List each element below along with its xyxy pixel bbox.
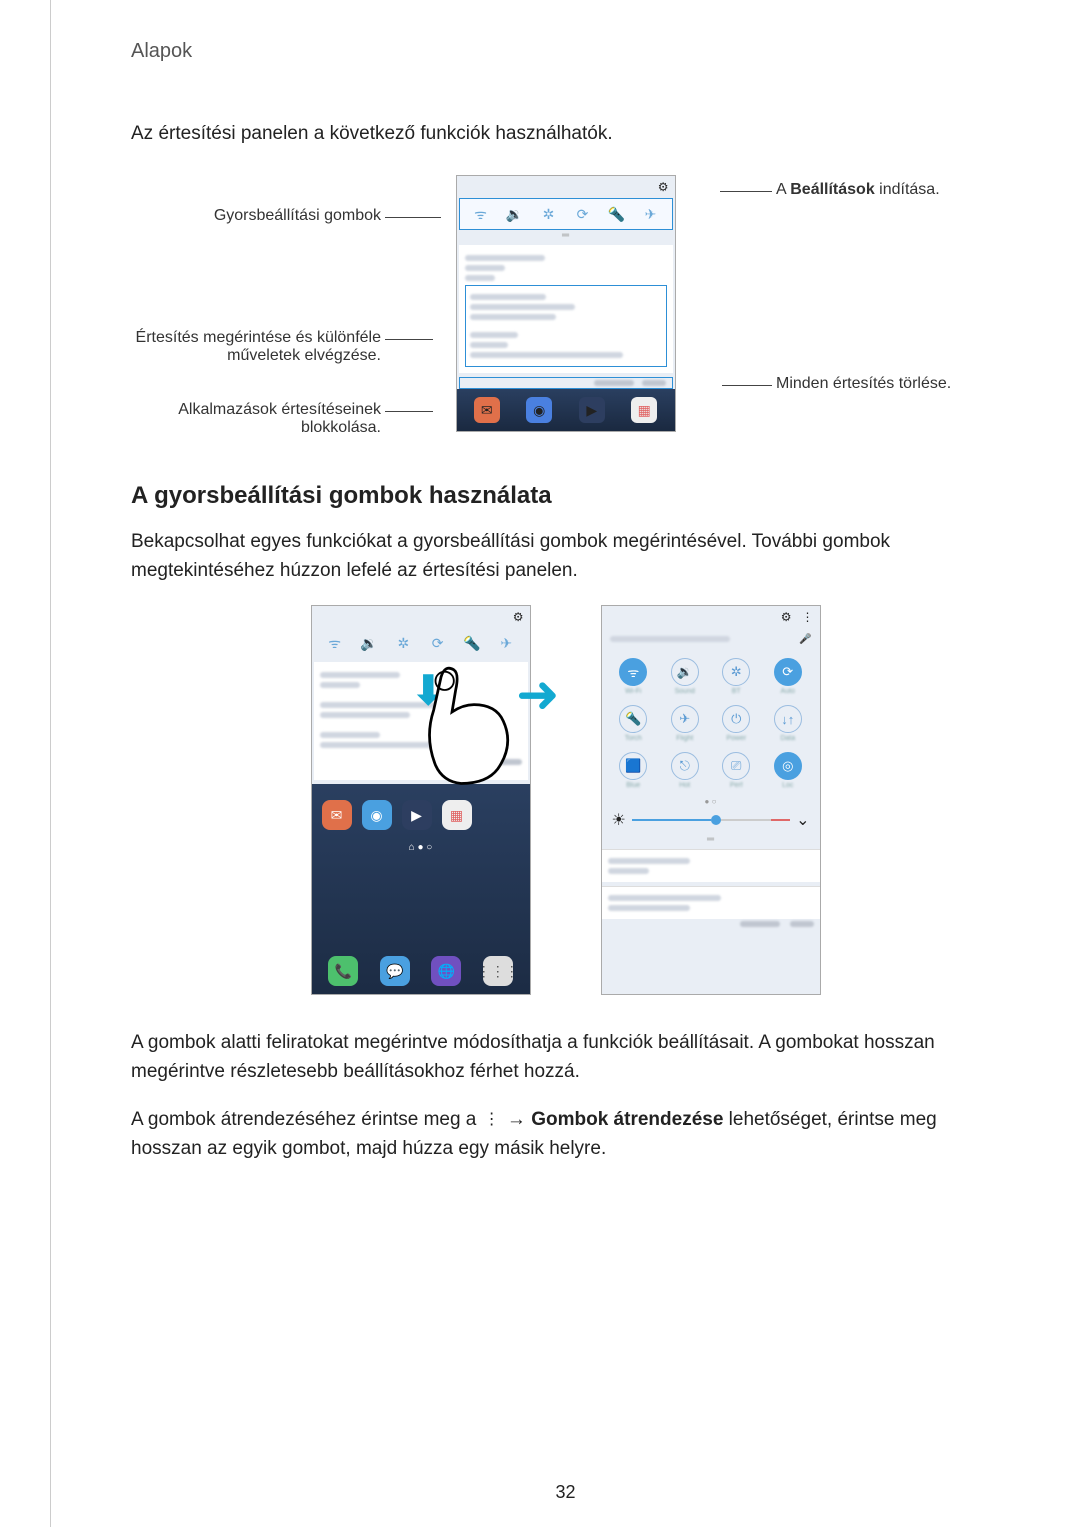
section2-para1: Bekapcsolhat egyes funkciókat a gyorsbeá… <box>131 528 1000 585</box>
gear-icon[interactable]: ⚙ <box>658 180 669 194</box>
section-heading-quick-buttons: A gyorsbeállítási gombok használata <box>131 482 1000 510</box>
quick-settings-row[interactable]: ᯤ 🔉 ✲ ⟳ 🔦 ✈ <box>314 628 528 658</box>
wifi-toggle[interactable]: ᯤ <box>619 658 647 686</box>
data-toggle[interactable]: ↓↑ <box>774 705 802 733</box>
notification-item[interactable] <box>602 849 820 882</box>
sound-icon[interactable]: 🔉 <box>360 634 378 652</box>
status-bar: ⚙ <box>312 606 530 628</box>
home-app-row: ✉ ◉ ▶ ▦ <box>312 794 530 836</box>
brightness-expand-icon[interactable]: ⌄ <box>796 810 809 830</box>
notification-item[interactable] <box>602 886 820 919</box>
dock-app-icon[interactable]: ✉ <box>474 397 500 423</box>
swipe-down-arrow-icon: ⬇ <box>412 668 446 714</box>
bluetooth-icon[interactable]: ✲ <box>540 205 558 223</box>
airplane-icon[interactable]: ✈ <box>497 634 515 652</box>
dock-app-icon[interactable]: 🌐 <box>431 956 461 986</box>
status-bar: ⚙ <box>457 176 675 198</box>
para2b-pre: A gombok átrendezéséhez érintse meg a <box>131 1109 482 1130</box>
dock-app-icon[interactable]: 📞 <box>328 956 358 986</box>
section2-para2a: A gombok alatti feliratokat megérintve m… <box>131 1029 1000 1086</box>
home-app-icon[interactable]: ▦ <box>442 800 472 830</box>
callout-launch-settings-bold: Beállítások <box>790 181 874 198</box>
callout-quick-buttons-label: Gyorsbeállítási gombok <box>214 207 381 224</box>
callout-block-app-label: Alkalmazások értesítéseinek blokkolása. <box>178 401 381 436</box>
callout-clear-all: Minden értesítés törlése. <box>776 375 1036 393</box>
phone-mockup-swipe-start: ⚙ ᯤ 🔉 ✲ ⟳ 🔦 ✈ <box>311 605 531 995</box>
mic-icon[interactable]: 🎤 <box>799 634 811 645</box>
home-app-icon[interactable]: ▶ <box>402 800 432 830</box>
wifi-icon[interactable]: ᯤ <box>326 634 344 652</box>
clear-all-button[interactable] <box>642 380 666 386</box>
bluetooth-toggle[interactable]: ✲ <box>722 658 750 686</box>
transition-arrow-icon: ➜ <box>516 665 560 725</box>
sound-icon[interactable]: 🔉 <box>506 205 524 223</box>
more-icon: ⋮ <box>482 1115 502 1125</box>
airplane-toggle[interactable]: ✈ <box>671 705 699 733</box>
figure-notification-panel: Gyorsbeállítási gombok Értesítés megérin… <box>131 175 1000 432</box>
page-header: Alapok <box>131 40 1000 63</box>
rotate-toggle[interactable]: ⟳ <box>774 658 802 686</box>
rotate-icon[interactable]: ⟳ <box>429 634 447 652</box>
callout-launch-settings-pre: A <box>776 181 790 198</box>
sound-toggle[interactable]: 🔉 <box>671 658 699 686</box>
home-app-icon[interactable]: ✉ <box>322 800 352 830</box>
brightness-icon: ☀ <box>612 810 626 830</box>
para2b-arrow: → <box>502 1109 532 1130</box>
notification-footer <box>459 377 673 389</box>
intro-paragraph: Az értesítési panelen a következő funkci… <box>131 123 1000 145</box>
callout-tap-notification: Értesítés megérintése és különféle művel… <box>121 329 381 365</box>
flashlight-toggle[interactable]: 🔦 <box>619 705 647 733</box>
drag-handle[interactable]: ═ <box>602 834 820 845</box>
callout-quick-buttons: Gyorsbeállítási gombok <box>121 207 381 225</box>
home-dock: 📞 💬 🌐 ⋮⋮⋮ <box>312 952 530 990</box>
callout-clear-all-label: Minden értesítés törlése. <box>776 375 951 392</box>
location-toggle[interactable]: ◎ <box>774 752 802 780</box>
para2b-bold: Gombok átrendezése <box>531 1109 723 1130</box>
status-bar: ⚙ ⋮ <box>602 606 820 628</box>
perf-toggle[interactable]: ⎚ <box>722 752 750 780</box>
callout-block-app: Alkalmazások értesítéseinek blokkolása. <box>121 401 381 437</box>
dock-app-icon[interactable]: ▦ <box>631 397 657 423</box>
airplane-icon[interactable]: ✈ <box>642 205 660 223</box>
gear-icon[interactable]: ⚙ <box>513 610 524 624</box>
brightness-slider[interactable] <box>632 819 790 821</box>
block-notifications-button[interactable] <box>594 380 634 386</box>
drag-handle[interactable]: ═ <box>457 230 675 241</box>
phone-mockup-expanded-panel: ⚙ ⋮ 🎤 ᯤWi-Fi 🔉Sound ✲BT ⟳Auto 🔦Torch ✈Fl… <box>601 605 821 995</box>
search-row[interactable]: 🎤 <box>602 628 820 650</box>
hotspot-toggle[interactable]: ⎋ <box>671 752 699 780</box>
notifications-area <box>459 245 673 373</box>
clear-all-button[interactable] <box>790 921 814 927</box>
notification-footer <box>602 919 820 929</box>
quick-settings-grid: ᯤWi-Fi 🔉Sound ✲BT ⟳Auto 🔦Torch ✈Flight ⏻… <box>602 650 820 797</box>
section2-para2b: A gombok átrendezéséhez érintse meg a ⋮ … <box>131 1106 1000 1163</box>
figure-swipe-to-expand: ⚙ ᯤ 🔉 ✲ ⟳ 🔦 ✈ <box>131 605 1000 995</box>
callout-launch-settings-post: indítása. <box>875 181 940 198</box>
dock-app-icon[interactable]: ◉ <box>526 397 552 423</box>
power-toggle[interactable]: ⏻ <box>722 705 750 733</box>
wifi-icon[interactable]: ᯤ <box>472 205 490 223</box>
flashlight-icon[interactable]: 🔦 <box>608 205 626 223</box>
more-icon[interactable]: ⋮ <box>802 610 814 624</box>
dock-app-icon[interactable]: 💬 <box>380 956 410 986</box>
callout-launch-settings: A Beállítások indítása. <box>776 181 1036 199</box>
home-app-icon[interactable]: ◉ <box>362 800 392 830</box>
callout-tap-notification-label: Értesítés megérintése és különféle művel… <box>136 329 381 364</box>
page-indicator: ● ○ <box>602 797 820 806</box>
page-number: 32 <box>51 1482 1080 1503</box>
notification-item[interactable] <box>465 285 667 367</box>
bluetooth-icon[interactable]: ✲ <box>394 634 412 652</box>
dock-app-icon[interactable]: ▶ <box>579 397 605 423</box>
phone-mockup-collapsed-panel: ⚙ ᯤ 🔉 ✲ ⟳ 🔦 ✈ ═ <box>456 175 676 432</box>
brightness-slider-row: ☀ ⌄ <box>602 806 820 834</box>
bottom-dock: ✉ ◉ ▶ ▦ <box>457 389 675 431</box>
apps-drawer-icon[interactable]: ⋮⋮⋮ <box>483 956 513 986</box>
bluelight-toggle[interactable]: 🟦 <box>619 752 647 780</box>
rotate-icon[interactable]: ⟳ <box>574 205 592 223</box>
home-page-indicator: ⌂ ● ○ <box>312 842 530 853</box>
quick-settings-row[interactable]: ᯤ 🔉 ✲ ⟳ 🔦 ✈ <box>459 198 673 230</box>
flashlight-icon[interactable]: 🔦 <box>463 634 481 652</box>
block-notifications-button[interactable] <box>740 921 780 927</box>
gear-icon[interactable]: ⚙ <box>781 610 792 624</box>
